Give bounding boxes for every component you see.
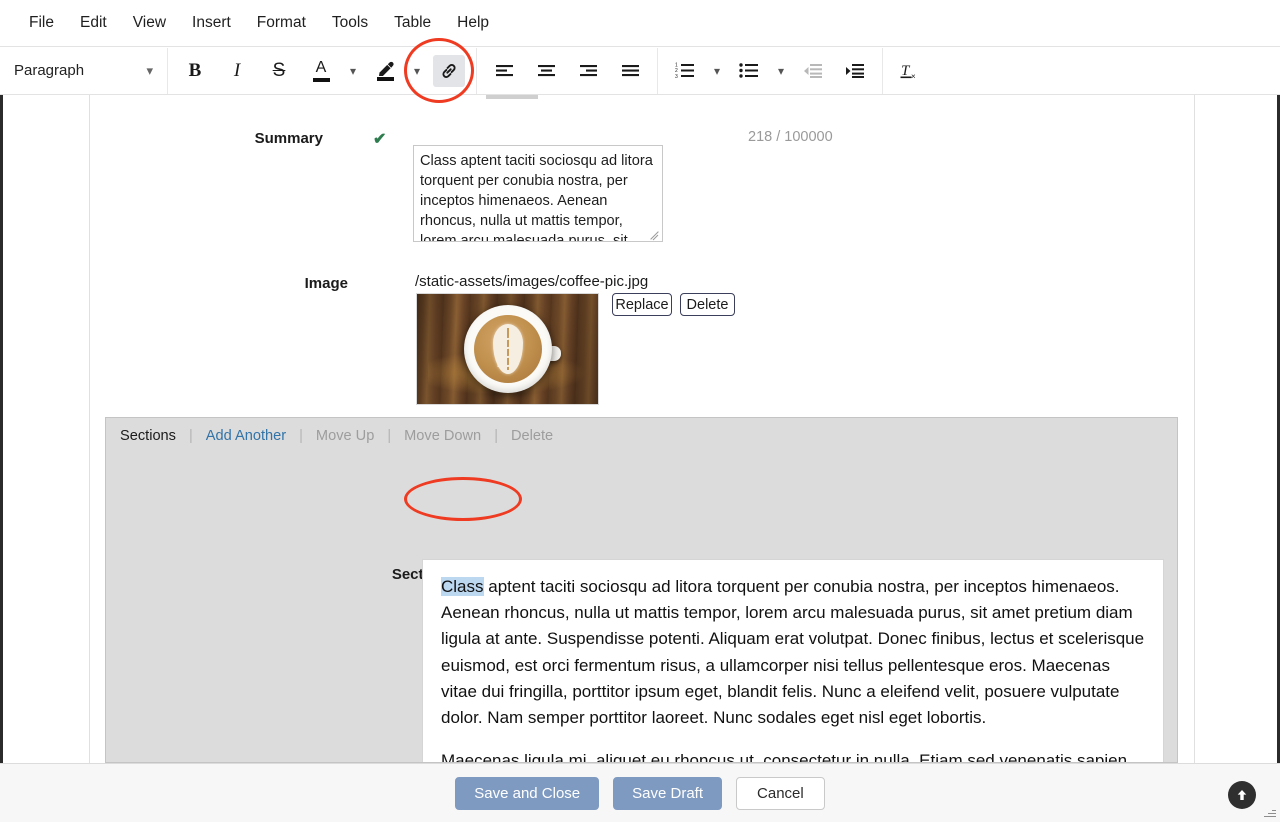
sections-toolbar: Sections | Add Another | Move Up | Move … [106,418,1177,454]
clear-formatting-button[interactable]: T × [894,55,926,87]
menu-bar: File Edit View Insert Format Tools Table… [0,0,1280,47]
highlighter-pen-icon [376,61,395,81]
menu-item-file[interactable]: File [16,10,67,36]
text-color-chevron-down-icon[interactable]: ▾ [343,56,363,86]
add-another-link[interactable]: Add Another [206,428,286,444]
delete-image-button[interactable]: Delete [680,293,735,316]
separator: | [494,428,498,444]
move-up-button[interactable]: Move Up [316,428,374,444]
bullet-list-chevron-down-icon[interactable]: ▾ [771,56,791,86]
scroll-indicator [486,95,538,99]
indent-icon [846,63,864,78]
strikethrough-button[interactable]: S [263,55,295,87]
menu-item-edit[interactable]: Edit [67,10,120,36]
align-left-button[interactable] [488,55,520,87]
strikethrough-icon: S [272,59,286,81]
image-thumbnail[interactable] [416,293,599,405]
align-right-icon [579,64,597,76]
summary-label: Summary [254,130,323,147]
separator: | [299,428,303,444]
section-paragraph-1: Class aptent taciti sociosqu ad litora t… [441,574,1145,731]
menu-item-insert[interactable]: Insert [179,10,244,36]
move-down-button[interactable]: Move Down [404,428,481,444]
numbered-list-chevron-down-icon[interactable]: ▾ [707,56,727,86]
menu-item-tools[interactable]: Tools [319,10,381,36]
sections-title: Sections [120,428,176,444]
image-label: Image [304,275,348,292]
link-chain-icon [442,63,456,78]
separator: | [188,428,193,444]
menu-item-format[interactable]: Format [244,10,319,36]
editor-window: File Edit View Insert Format Tools Table… [0,0,1280,822]
save-and-close-button[interactable]: Save and Close [455,776,600,810]
align-center-button[interactable] [530,55,562,87]
summary-character-counter: 218 / 100000 [748,129,833,145]
align-justify-button[interactable] [614,55,646,87]
arrow-up-icon [1237,790,1247,800]
indent-button[interactable] [839,55,871,87]
align-left-icon [495,64,513,76]
paragraph-format-select[interactable]: Paragraph ▾ [0,47,168,94]
bold-icon: B [188,59,202,81]
text-color-icon: A [312,59,330,82]
toolbar-group-lists: 123 ▾ ▾ [658,47,883,94]
italic-button[interactable]: I [221,55,253,87]
latte-art-leaf [492,324,523,374]
bullet-list-icon [739,63,758,78]
bullet-list-button[interactable] [733,55,765,87]
menu-item-view[interactable]: View [120,10,179,36]
toolbar-group-alignment [477,47,658,94]
paragraph-1-rest: aptent taciti sociosqu ad litora torquen… [441,577,1145,728]
clear-formatting-icon: T × [900,63,916,81]
toolbar-group-text-style: B I S A ▾ ▾ [168,47,477,94]
toolbar-group-clear: T × [883,48,937,94]
highlight-color-button[interactable] [369,55,401,87]
image-path-text: /static-assets/images/coffee-pic.jpg [415,273,649,290]
sections-panel: Sections | Add Another | Move Up | Move … [105,417,1178,763]
outdent-icon [804,63,822,78]
window-resize-grip[interactable] [1263,806,1276,819]
save-draft-button[interactable]: Save Draft [613,776,723,810]
delete-section-button[interactable]: Delete [511,428,553,444]
svg-text:3: 3 [675,74,678,79]
menu-item-table[interactable]: Table [381,10,444,36]
separator: | [387,428,392,444]
section-paragraph-2: Maecenas ligula mi, aliquet eu rhoncus u… [441,751,1132,763]
align-justify-icon [621,64,639,76]
page-rule-left [89,95,90,763]
numbered-list-button[interactable]: 123 [669,55,701,87]
footer-action-bar: Save and Close Save Draft Cancel [0,763,1280,822]
summary-valid-check-icon: ✔ [373,131,387,148]
formatting-toolbar: Paragraph ▾ B I S A ▾ ▾ 1 2 3 ▾ ▾ T × [0,47,1280,95]
page-rule-right [1194,95,1195,763]
svg-text:×: × [911,72,916,81]
align-center-icon [537,64,555,76]
align-right-button[interactable] [572,55,604,87]
summary-input[interactable] [413,145,663,242]
crema-surface [473,315,542,383]
italic-icon: I [233,59,241,81]
insert-link-button[interactable] [433,54,465,87]
numbered-list-icon: 123 [675,63,694,79]
text-color-button[interactable]: A [305,55,337,87]
selected-text: Class [441,577,484,596]
form-canvas: Summary ✔ 218 / 100000 Image /static-ass… [3,95,1277,763]
coffee-cup [463,305,552,393]
highlight-chevron-down-icon[interactable]: ▾ [407,56,427,86]
replace-image-button[interactable]: Replace [612,293,672,316]
paragraph-format-value: Paragraph [14,62,85,79]
cancel-button[interactable]: Cancel [736,776,825,810]
outdent-button[interactable] [797,55,829,87]
chevron-down-icon: ▾ [146,62,153,78]
scroll-to-top-button[interactable] [1228,781,1256,809]
section-rich-text-editor[interactable]: Class aptent taciti sociosqu ad litora t… [422,559,1164,763]
menu-item-help[interactable]: Help [444,10,502,36]
bold-button[interactable]: B [179,55,211,87]
